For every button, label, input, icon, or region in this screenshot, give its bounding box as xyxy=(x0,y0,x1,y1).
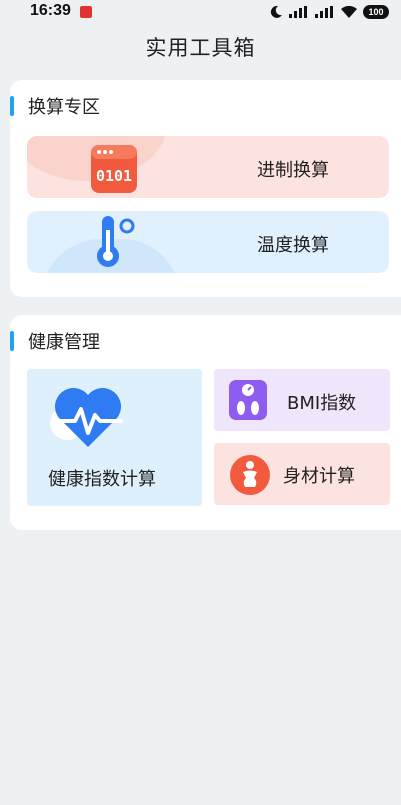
tile-label: 进制换算 xyxy=(257,160,329,181)
scale-icon xyxy=(229,380,267,420)
wifi-icon xyxy=(341,6,357,18)
health-index-tile[interactable]: 健康指数计算 xyxy=(27,369,202,506)
base-conversion-tile[interactable]: 0101 进制换算 xyxy=(27,136,389,198)
tile-label: 身材计算 xyxy=(283,466,355,487)
page-title: 实用工具箱 xyxy=(145,36,256,60)
section-accent-bar xyxy=(10,331,14,351)
section-accent-bar xyxy=(10,96,14,116)
battery-icon: 100 xyxy=(363,5,389,19)
status-time: 16:39 xyxy=(30,2,71,19)
temperature-conversion-tile[interactable]: 温度换算 xyxy=(27,211,389,273)
heart-pulse-icon xyxy=(50,387,123,447)
svg-text:0101: 0101 xyxy=(96,167,132,185)
tile-label: BMI指数 xyxy=(287,393,357,414)
body-calc-tile[interactable]: 身材计算 xyxy=(214,443,390,505)
tile-label: 健康指数计算 xyxy=(48,469,156,490)
section-title: 换算专区 xyxy=(28,97,100,118)
notification-icon xyxy=(80,6,92,18)
section-header: 健康管理 xyxy=(10,329,100,353)
status-bar: 16:39 100 xyxy=(0,0,401,24)
signal-icon xyxy=(315,6,333,18)
convert-section: 换算专区 0101 进制换算 温度换算 xyxy=(10,80,401,297)
signal-icon xyxy=(289,6,307,18)
section-header: 换算专区 xyxy=(10,94,100,118)
section-title: 健康管理 xyxy=(28,332,100,353)
body-figure-icon xyxy=(230,455,270,495)
thermometer-icon xyxy=(97,216,135,267)
moon-icon xyxy=(270,5,282,18)
bmi-tile[interactable]: BMI指数 xyxy=(214,369,390,431)
binary-calculator-icon: 0101 xyxy=(91,145,137,193)
status-icons: 100 xyxy=(269,4,389,20)
tile-label: 温度换算 xyxy=(257,235,329,256)
health-section: 健康管理 健康指数计算 BMI指数 身材计算 xyxy=(10,315,401,530)
